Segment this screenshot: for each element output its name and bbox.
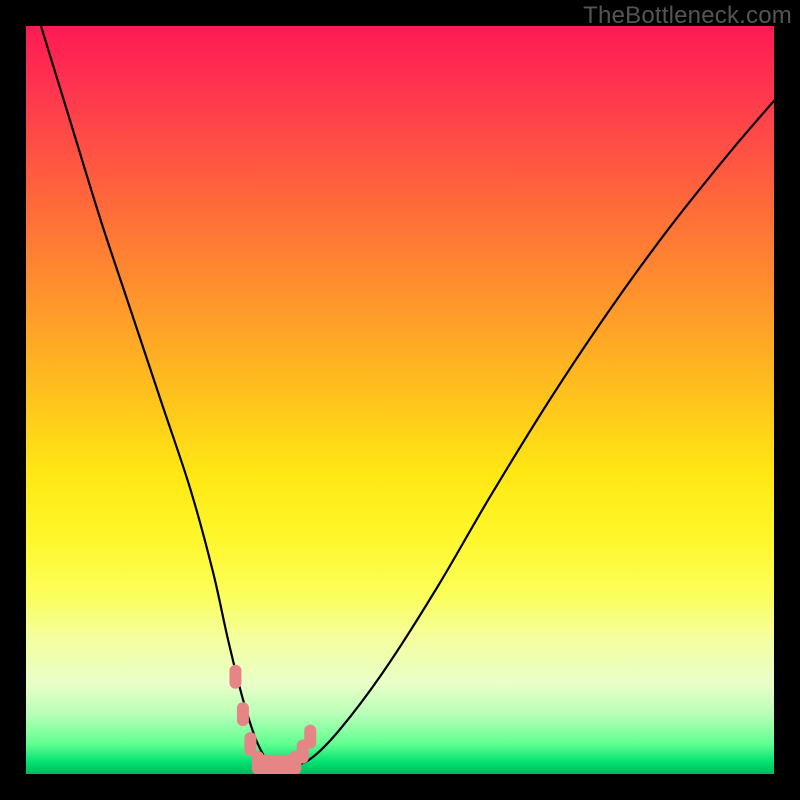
chart-svg	[26, 26, 774, 774]
plot-area	[26, 26, 774, 774]
trough-marker	[229, 665, 316, 774]
trough-dot	[237, 702, 249, 726]
trough-dot	[229, 665, 241, 689]
trough-dot	[304, 725, 316, 749]
bottleneck-curve	[41, 26, 774, 768]
outer-frame: TheBottleneck.com	[0, 0, 800, 800]
